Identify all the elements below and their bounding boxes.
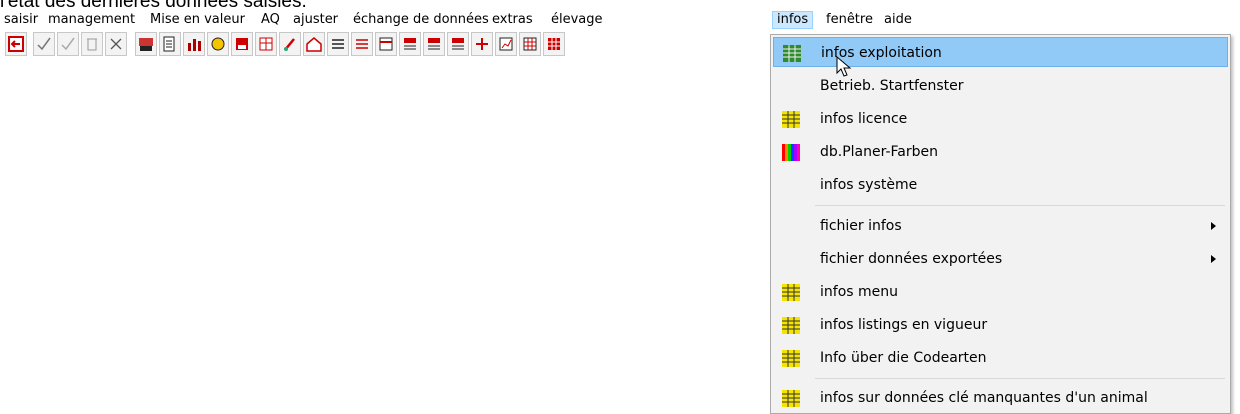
list-icon[interactable] xyxy=(327,32,349,56)
menu-aq[interactable]: AQ xyxy=(257,11,284,29)
grid-icon[interactable] xyxy=(519,32,541,56)
menu-separator xyxy=(815,378,1225,379)
cow-list-2-icon[interactable] xyxy=(423,32,445,56)
menu-item-label: infos sur données clé manquantes d'un an… xyxy=(820,390,1148,406)
cow-list-3-icon[interactable] xyxy=(447,32,469,56)
animal-abc-icon[interactable] xyxy=(135,32,157,56)
menu-item-label: infos système xyxy=(820,177,918,193)
menu-item-infos-systeme[interactable]: infos système xyxy=(773,170,1228,200)
menu-item-infos-licence[interactable]: infos licence xyxy=(773,104,1228,134)
menu-item-infos-menu[interactable]: infos menu xyxy=(773,277,1228,307)
submenu-arrow-icon xyxy=(1211,222,1216,230)
menu-item-label: db.Planer-Farben xyxy=(820,144,939,160)
menu-management[interactable]: management xyxy=(44,11,139,29)
menu-aide[interactable]: aide xyxy=(880,11,916,29)
info-grid-icon xyxy=(782,317,800,334)
menu-infos[interactable]: infos xyxy=(772,11,814,29)
menu-item-info-codearten[interactable]: Info über die Codearten xyxy=(773,343,1228,373)
check-icon[interactable] xyxy=(33,32,55,56)
menu-saisir[interactable]: saisir xyxy=(0,11,42,29)
menu-ajuster[interactable]: ajuster xyxy=(289,11,342,29)
chart-icon[interactable] xyxy=(495,32,517,56)
calendar-icon[interactable] xyxy=(375,32,397,56)
menu-item-fichier-infos[interactable]: fichier infos xyxy=(773,211,1228,241)
menu-item-label: fichier infos xyxy=(820,218,902,234)
infos-dropdown-menu: infos exploitation Betrieb. Startfenster… xyxy=(770,34,1231,414)
color-bars-icon xyxy=(782,144,800,161)
check-disabled-icon[interactable] xyxy=(57,32,79,56)
menu-item-donnees-cle-manquantes[interactable]: infos sur données clé manquantes d'un an… xyxy=(773,383,1228,413)
menu-elevage[interactable]: élevage xyxy=(547,11,607,29)
brush-icon[interactable] xyxy=(279,32,301,56)
grid-2-icon[interactable] xyxy=(543,32,565,56)
menu-fenetre[interactable]: fenêtre xyxy=(822,11,877,29)
mouse-cursor-icon xyxy=(836,56,852,77)
menu-extras[interactable]: extras xyxy=(488,11,537,29)
cow-list-icon[interactable] xyxy=(399,32,421,56)
menubar: saisir management Mise en valeur AQ ajus… xyxy=(0,10,1240,30)
info-grid-icon xyxy=(783,45,801,62)
list-2-icon[interactable] xyxy=(351,32,373,56)
ha-table-icon[interactable] xyxy=(255,32,277,56)
delete-icon[interactable] xyxy=(81,32,103,56)
exit-icon[interactable] xyxy=(5,32,27,56)
submenu-arrow-icon xyxy=(1211,255,1216,263)
menu-item-label: infos licence xyxy=(820,111,908,127)
printer-icon[interactable] xyxy=(159,32,181,56)
menu-item-label: fichier données exportées xyxy=(820,251,1003,267)
menu-item-label: infos listings en vigueur xyxy=(820,317,988,333)
bar-chart-icon[interactable] xyxy=(183,32,205,56)
info-grid-icon xyxy=(782,350,800,367)
menu-item-infos-listings-en-vigueur[interactable]: infos listings en vigueur xyxy=(773,310,1228,340)
toolbar xyxy=(0,32,780,58)
add-icon[interactable] xyxy=(471,32,493,56)
menu-item-db-planer-farben[interactable]: db.Planer-Farben xyxy=(773,137,1228,167)
sun-icon[interactable] xyxy=(207,32,229,56)
menu-item-fichier-donnees-exportees[interactable]: fichier données exportées xyxy=(773,244,1228,274)
info-grid-icon xyxy=(782,390,800,407)
cross-icon[interactable] xyxy=(105,32,127,56)
menu-echange-de-donnees[interactable]: échange de données xyxy=(349,11,493,29)
tag-100-icon[interactable] xyxy=(231,32,253,56)
farm-house-icon[interactable] xyxy=(303,32,325,56)
menu-separator xyxy=(815,205,1225,206)
info-grid-icon xyxy=(782,284,800,301)
menu-mise-en-valeur[interactable]: Mise en valeur xyxy=(146,11,249,29)
menu-item-label: infos menu xyxy=(820,284,898,300)
info-grid-icon xyxy=(782,111,800,128)
menu-item-label: Info über die Codearten xyxy=(820,350,987,366)
